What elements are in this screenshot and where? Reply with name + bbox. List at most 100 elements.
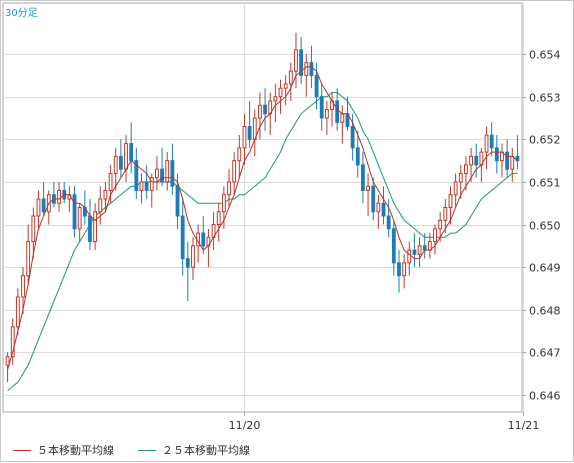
candle-body xyxy=(397,262,401,277)
candle-body xyxy=(98,198,103,213)
legend-label-ma5: ５本移動平均線 xyxy=(37,444,114,457)
candle-body xyxy=(185,258,190,268)
candle-body xyxy=(283,83,288,89)
candle-body xyxy=(26,241,31,277)
candle-body xyxy=(247,126,252,140)
candle-body xyxy=(103,189,108,200)
legend: ５本移動平均線 ２５本移動平均線 xyxy=(13,442,250,458)
candle-body xyxy=(422,245,427,251)
candle-body xyxy=(36,198,41,217)
legend-item-ma5: ５本移動平均線 xyxy=(13,442,114,458)
candle-body xyxy=(15,296,20,328)
candle-body xyxy=(180,215,185,260)
y-tick-label: 0.654 xyxy=(529,49,561,62)
candle-body xyxy=(469,155,473,166)
x-tick-label: 11/20 xyxy=(229,419,261,432)
candle-body xyxy=(165,160,170,183)
candle-body xyxy=(505,151,510,170)
y-tick-label: 0.653 xyxy=(529,92,561,105)
x-tick-label: 11/21 xyxy=(508,419,540,432)
candle-body xyxy=(319,96,324,119)
candle-body xyxy=(191,245,195,268)
candle-body xyxy=(93,211,98,243)
candle-body xyxy=(216,211,221,226)
candle-body xyxy=(484,134,489,153)
candle-body xyxy=(108,172,113,191)
candle-body xyxy=(309,62,314,76)
candle-body xyxy=(335,100,340,123)
candle-body xyxy=(31,215,36,243)
candle-body xyxy=(443,207,448,221)
candle-body xyxy=(294,49,298,72)
candle-body xyxy=(453,181,458,196)
y-tick-label: 0.650 xyxy=(529,220,561,233)
candle-body xyxy=(242,126,247,149)
candle-body xyxy=(273,96,278,102)
candle-body xyxy=(5,356,10,366)
y-tick-label: 0.651 xyxy=(529,177,561,190)
legend-line-ma25 xyxy=(138,449,156,451)
candle-body xyxy=(288,70,293,85)
candle-body xyxy=(118,155,123,170)
candle-body xyxy=(72,194,77,230)
candle-body xyxy=(464,164,468,174)
candle-body xyxy=(355,147,360,166)
candle-body xyxy=(381,202,386,217)
candle-body xyxy=(510,155,515,170)
candle-body xyxy=(258,104,262,119)
candle-body xyxy=(57,189,61,204)
candle-body xyxy=(113,155,118,174)
candle-body xyxy=(201,232,206,247)
candle-body xyxy=(366,185,370,191)
candle-body xyxy=(314,74,319,98)
candle-body xyxy=(340,113,345,123)
candle-body xyxy=(155,168,159,179)
candle-body xyxy=(160,168,164,183)
candle-body xyxy=(139,181,144,191)
candle-body xyxy=(386,215,391,230)
candle-body xyxy=(124,143,128,170)
candle-body xyxy=(474,155,479,166)
candle-body xyxy=(402,262,407,277)
candle-body xyxy=(278,87,283,98)
candle-body xyxy=(494,147,499,162)
candle-body xyxy=(324,109,329,119)
candle-body xyxy=(237,147,242,162)
candle-body xyxy=(438,219,443,230)
candle-body xyxy=(88,215,92,243)
candle-body xyxy=(221,194,226,213)
legend-label-ma25: ２５本移動平均線 xyxy=(162,444,250,457)
candle-body xyxy=(21,275,25,298)
candle-body xyxy=(129,143,134,162)
candle-body xyxy=(304,62,309,76)
candle-body xyxy=(77,207,82,230)
candle-body xyxy=(232,160,237,183)
candle-body xyxy=(175,185,180,217)
candle-body xyxy=(227,181,231,196)
candle-body xyxy=(489,134,494,149)
legend-item-ma25: ２５本移動平均線 xyxy=(138,442,250,458)
y-tick-label: 0.648 xyxy=(529,305,561,318)
chart-canvas: 0.646 0.647 0.648 0.649 0.650 0.651 0.652 0.653… xyxy=(2,2,561,432)
candle-body xyxy=(412,249,417,255)
candle-body xyxy=(407,249,412,264)
candle-body xyxy=(376,202,381,213)
candle-body xyxy=(350,126,355,149)
y-tick-label: 0.646 xyxy=(529,390,561,403)
candle-body xyxy=(144,181,149,191)
candle-body xyxy=(361,164,365,191)
candle-body xyxy=(391,228,396,264)
candle-body xyxy=(458,172,463,183)
candle-body xyxy=(433,228,437,243)
candle-body xyxy=(371,185,376,213)
y-tick-label: 0.652 xyxy=(529,134,561,147)
y-tick-label: 0.649 xyxy=(529,262,561,275)
candle-body xyxy=(417,245,422,255)
chart-frame: 0.646 0.647 0.648 0.649 0.650 0.651 0.652 0.653… xyxy=(0,0,574,462)
y-tick-label: 0.647 xyxy=(529,347,561,360)
candle-body xyxy=(170,160,175,187)
candle-body xyxy=(448,194,453,208)
candle-body xyxy=(263,104,267,115)
legend-line-ma5 xyxy=(13,449,31,451)
candle-body xyxy=(41,198,46,213)
